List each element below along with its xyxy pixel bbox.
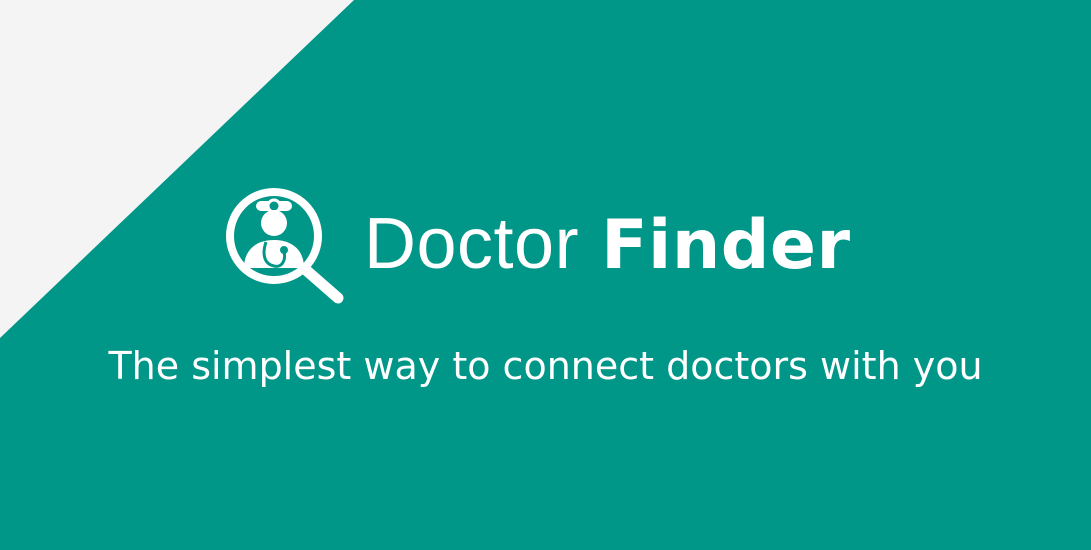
brand-logo: Doctor Finder <box>222 184 851 304</box>
brand-word-doctor: Doctor <box>364 204 580 284</box>
brand-word-finder: Finder <box>601 206 851 285</box>
brand-title: Doctor Finder <box>364 208 851 280</box>
doctor-search-icon <box>222 184 346 304</box>
tagline: The simplest way to connect doctors with… <box>108 344 983 388</box>
banner: Doctor Finder The simplest way to connect… <box>0 0 1091 550</box>
